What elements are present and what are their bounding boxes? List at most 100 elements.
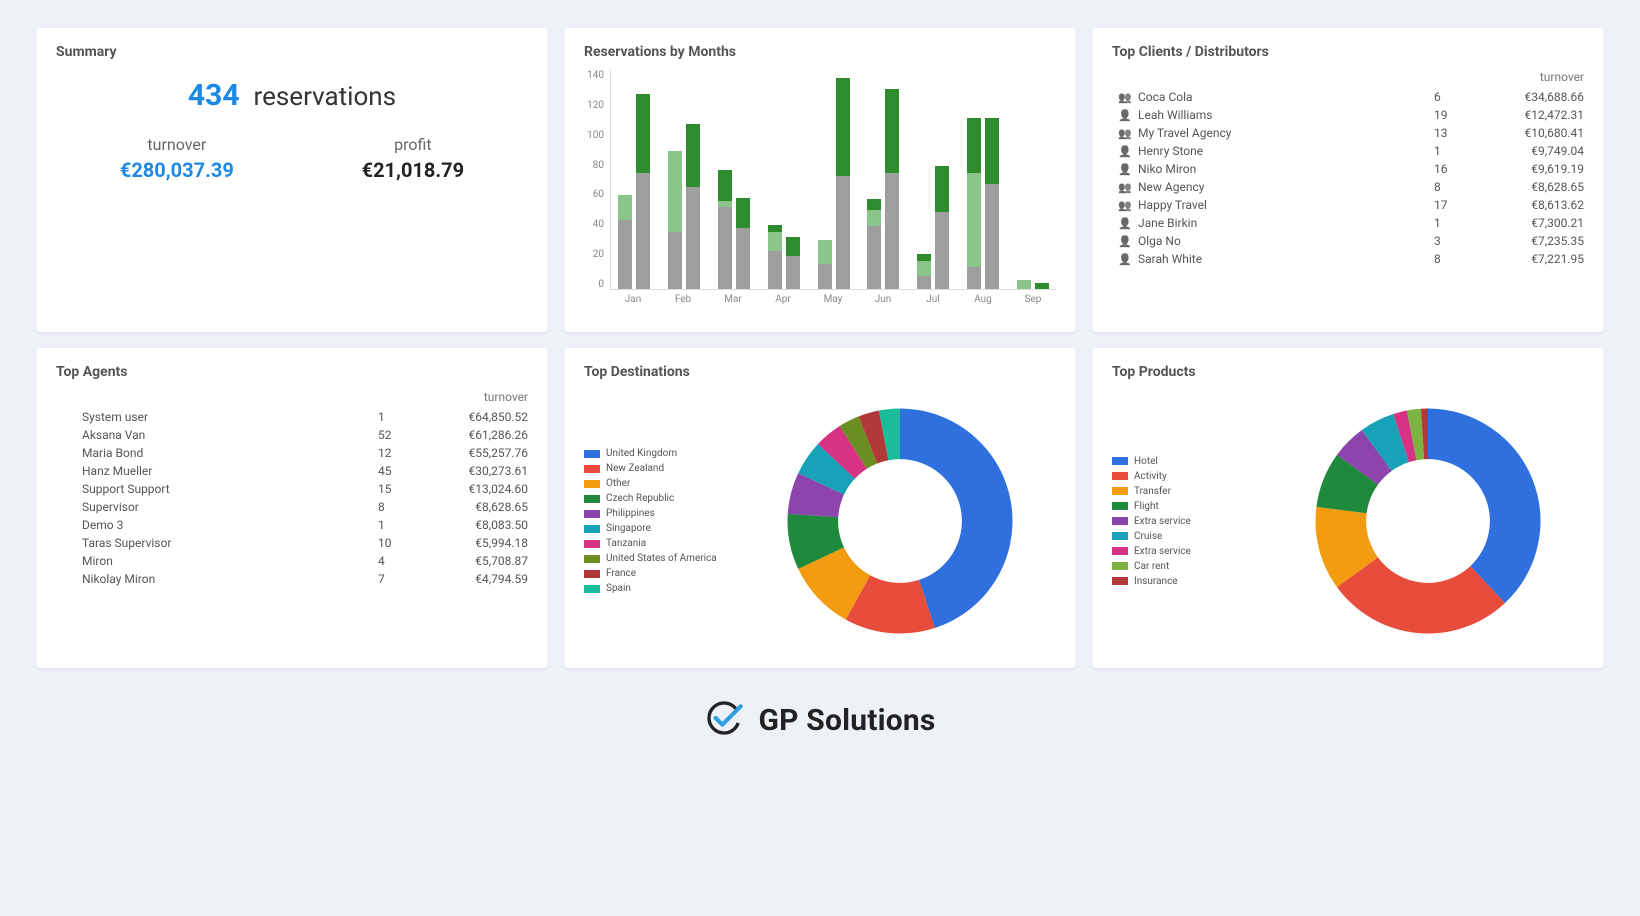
agent-name: Aksana Van [82,428,378,442]
agent-name: Demo 3 [82,518,378,532]
legend-label: Spain [606,583,631,594]
agent-name: Maria Bond [82,446,378,460]
legend-swatch [584,510,600,518]
legend-label: Singapore [606,523,651,534]
client-turnover: €7,300.21 [1494,216,1584,230]
x-tick: Feb [666,294,700,305]
bar-segment [668,151,682,233]
legend-item[interactable]: United Kingdom [584,446,734,461]
bar-segment [917,261,931,277]
legend-label: France [606,568,636,579]
footer-brand-text: GP Solutions [758,703,935,738]
legend-item[interactable]: Activity [1112,469,1262,484]
legend-swatch [1112,532,1128,540]
bar-segment [867,199,881,210]
bar-month-group [1016,280,1050,289]
summary-title: Summary [56,44,528,60]
legend-label: Car rent [1134,561,1169,572]
client-name: Niko Miron [1138,162,1434,176]
kpi-profit-label: profit [362,135,465,154]
client-turnover: €12,472.31 [1494,108,1584,122]
client-row[interactable]: 👤Niko Miron16€9,619.19 [1112,160,1584,178]
client-turnover: €9,749.04 [1494,144,1584,158]
agent-row[interactable]: Miron4€5,708.87 [56,552,528,570]
legend-item[interactable]: Spain [584,581,734,596]
products-donut-chart [1303,396,1553,646]
legend-item[interactable]: Singapore [584,521,734,536]
legend-item[interactable]: Tanzania [584,536,734,551]
legend-item[interactable]: France [584,566,734,581]
legend-item[interactable]: Czech Republic [584,491,734,506]
agent-row[interactable]: Demo 31€8,083.50 [56,516,528,534]
agent-row[interactable]: Nikolay Miron7€4,794.59 [56,570,528,588]
client-row[interactable]: 👤Olga No3€7,235.35 [1112,232,1584,250]
client-row[interactable]: 👥New Agency8€8,628.65 [1112,178,1584,196]
bar-segment [786,256,800,289]
client-name: Sarah White [1138,252,1434,266]
client-row[interactable]: 👤Leah Williams19€12,472.31 [1112,106,1584,124]
bar-segment [836,78,850,175]
legend-label: United States of America [606,553,717,564]
client-name: Henry Stone [1138,144,1434,158]
bar-month-group [667,124,701,289]
legend-item[interactable]: Hotel [1112,454,1262,469]
bar-stack [736,198,750,289]
agent-row[interactable]: System user1€64,850.52 [56,408,528,426]
kpi-profit: profit €21,018.79 [362,135,465,182]
client-row[interactable]: 👥Coca Cola6€34,688.66 [1112,88,1584,106]
bar-segment [967,118,981,173]
legend-item[interactable]: Insurance [1112,574,1262,589]
legend-label: Activity [1134,471,1167,482]
person-icon: 👤 [1112,217,1138,230]
legend-item[interactable]: Car rent [1112,559,1262,574]
agents-col-turnover: turnover [484,390,528,404]
legend-item[interactable]: Transfer [1112,484,1262,499]
client-row[interactable]: 👥My Travel Agency13€10,680.41 [1112,124,1584,142]
legend-item[interactable]: Extra service [1112,514,1262,529]
legend-item[interactable]: Cruise [1112,529,1262,544]
bar-month-group [866,89,900,289]
legend-label: Tanzania [606,538,646,549]
person-icon: 👤 [1112,235,1138,248]
bar-stack [768,225,782,289]
agent-row[interactable]: Aksana Van52€61,286.26 [56,426,528,444]
agent-row[interactable]: Support Support15€13,024.60 [56,480,528,498]
bar-segment [867,210,881,226]
agent-count: 8 [378,500,438,514]
legend-item[interactable]: Extra service [1112,544,1262,559]
legend-item[interactable]: United States of America [584,551,734,566]
legend-label: Insurance [1134,576,1178,587]
legend-item[interactable]: Flight [1112,499,1262,514]
bar-stack [636,94,650,289]
client-row[interactable]: 👤Henry Stone1€9,749.04 [1112,142,1584,160]
client-row[interactable]: 👤Sarah White8€7,221.95 [1112,250,1584,268]
bar-stack [786,237,800,289]
bar-y-axis: 020406080100120140 [584,70,610,290]
legend-label: Transfer [1134,486,1171,497]
bar-stack [935,166,949,289]
client-row[interactable]: 👥Happy Travel17€8,613.62 [1112,196,1584,214]
y-tick: 100 [584,130,604,141]
legend-item[interactable]: New Zealand [584,461,734,476]
kpi-turnover-value: €280,037.39 [120,158,234,182]
bar-segment [917,276,931,289]
legend-swatch [584,465,600,473]
legend-swatch [1112,547,1128,555]
agent-row[interactable]: Taras Supervisor10€5,994.18 [56,534,528,552]
bar-segment [867,226,881,289]
agent-row[interactable]: Hanz Mueller45€30,273.61 [56,462,528,480]
bar-segment [985,184,999,289]
kpi-profit-value: €21,018.79 [362,158,465,182]
x-tick: Jun [866,294,900,305]
top-clients-card: Top Clients / Distributors turnover 👥Coc… [1092,28,1604,332]
bar-segment [686,187,700,289]
bar-month-group [916,166,950,289]
legend-item[interactable]: Other [584,476,734,491]
legend-item[interactable]: Philippines [584,506,734,521]
agent-count: 4 [378,554,438,568]
agent-turnover: €4,794.59 [438,572,528,586]
agent-row[interactable]: Supervisor8€8,628.65 [56,498,528,516]
agent-row[interactable]: Maria Bond12€55,257.76 [56,444,528,462]
client-row[interactable]: 👤Jane Birkin1€7,300.21 [1112,214,1584,232]
legend-label: Cruise [1134,531,1162,542]
